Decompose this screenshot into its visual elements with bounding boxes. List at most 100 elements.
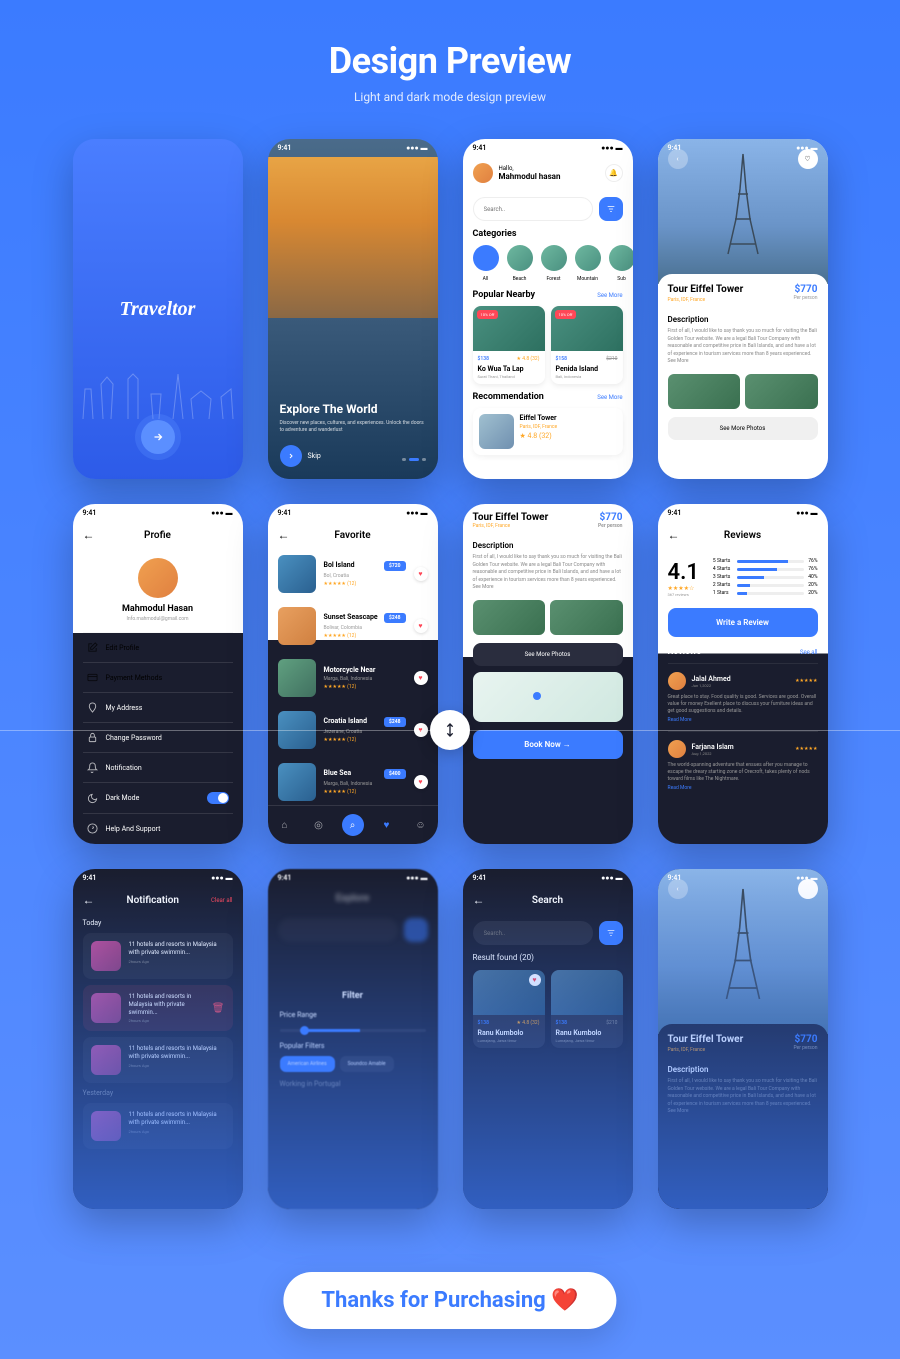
status-bar: 9:41●●● ▬ <box>463 139 633 157</box>
description-heading: Description <box>473 541 623 550</box>
heart-icon[interactable]: ♥ <box>414 671 428 685</box>
profile-email: Info.mahmodul@gmail.com <box>83 616 233 622</box>
hero-image: 9:41●●● ▬ ‹ ♡ <box>658 139 828 284</box>
brand-logo: Traveltor <box>120 298 196 321</box>
page-title: Design Preview <box>0 40 900 82</box>
category-mountain[interactable]: Mountain <box>575 245 601 282</box>
drag-handle[interactable] <box>430 710 470 750</box>
tour-location: Paris, IDF, France <box>668 297 744 303</box>
favorite-item[interactable]: Blue Sea$400Marga, Bali, Indonesia★★★★★ … <box>278 756 428 805</box>
menu-help[interactable]: Help And Support <box>83 813 233 843</box>
recommendation-title: Recommendation <box>473 392 544 402</box>
recommendation-item[interactable]: Eiffel TowerParis, IDF, France★ 4.8 (32) <box>473 408 623 455</box>
avatar[interactable] <box>473 163 493 183</box>
screen-splash: Traveltor <box>73 139 243 479</box>
tour-location: Paris, IDF, France <box>473 523 549 529</box>
screen-detail: 9:41●●● ▬ ‹ ♡ Tour Eiffel Tower Paris, ID… <box>658 139 828 479</box>
next-button[interactable] <box>141 420 175 454</box>
skip-control[interactable]: Skip <box>280 445 321 467</box>
back-button[interactable]: ‹ <box>668 149 688 169</box>
bell-icon[interactable]: 🔔 <box>605 164 623 182</box>
screen-detail-scrolled: Tour Eiffel TowerParis, IDF, France$770P… <box>463 504 633 844</box>
favorite-item[interactable]: Motorcycle NearMarga, Bali, Indonesia★★★… <box>278 652 428 704</box>
read-more-link[interactable]: Read More <box>668 717 692 723</box>
menu-darkmode[interactable]: Dark Mode <box>83 782 233 813</box>
see-all-link[interactable]: See all <box>800 649 818 656</box>
search-input[interactable] <box>473 197 593 221</box>
filter-button[interactable] <box>599 197 623 221</box>
preview-grid: Traveltor 9:41●●● ▬ Explore The World Di… <box>0 139 900 1209</box>
thanks-pill: Thanks for Purchasing ❤️ <box>283 1272 616 1329</box>
tour-title: Tour Eiffel Tower <box>668 284 744 295</box>
favorite-button[interactable]: ♡ <box>798 149 818 169</box>
screen-onboarding: 9:41●●● ▬ Explore The World Discover new… <box>268 139 438 479</box>
heart-icon[interactable]: ♥ <box>414 567 428 581</box>
avatar[interactable] <box>138 558 178 598</box>
skyline-decoration <box>73 369 243 419</box>
menu-password[interactable]: Change Password <box>83 722 233 752</box>
screen-home: 9:41●●● ▬ Hallo,Mahmodul hasan 🔔 Categor… <box>463 139 633 479</box>
see-more-photos-button[interactable]: See More Photos <box>668 417 818 440</box>
status-bar: 9:41●●● ▬ <box>73 504 243 522</box>
screen-title: Favorite <box>334 530 370 541</box>
screen-profile: 9:41●●● ▬ ← Profie Mahmodul Hasan Info.mah… <box>73 504 243 844</box>
back-button[interactable]: ← <box>83 528 95 542</box>
back-button[interactable]: ← <box>278 528 290 542</box>
nav-home-icon[interactable]: ⌂ <box>274 814 296 836</box>
map-preview[interactable] <box>473 672 623 722</box>
page-subtitle: Light and dark mode design preview <box>0 90 900 104</box>
onboard-subtitle: Discover new places, cultures, and exper… <box>280 420 426 434</box>
category-all[interactable]: All <box>473 245 499 282</box>
see-more-link[interactable]: See More <box>597 394 622 401</box>
destination-card[interactable]: 10% Off$138★ 4.8 (32)Ko Wua Ta LapSurat … <box>473 306 545 384</box>
menu-payment[interactable]: Payment Methods <box>83 662 233 692</box>
read-more-link[interactable]: Read More <box>668 785 692 791</box>
status-bar: 9:41●●● ▬ <box>268 504 438 522</box>
review-item: Jalal AhmedJun 1,2022★★★★★Great place to… <box>668 663 818 731</box>
menu-address[interactable]: My Address <box>83 692 233 722</box>
user-header: Hallo,Mahmodul hasan 🔔 <box>473 157 623 189</box>
favorite-item[interactable]: Sunset Seascape$248Bolivar, Colombia★★★★… <box>278 600 428 652</box>
description-text: First of all, I would like to say thank … <box>668 328 818 366</box>
status-bar: 9:41●●● ▬ <box>658 504 828 522</box>
screen-notification: 9:41●●● ▬ ←NotificationClear all Today 1… <box>73 869 243 1209</box>
category-list: All Beach Forest Mountain Sub <box>473 245 623 282</box>
screen-title: Profie <box>144 530 171 541</box>
rating-bars: 5 Starts76% 4 Starts76% 3 Starts40% 2 St… <box>713 558 818 598</box>
nav-compass-icon[interactable]: ◎ <box>308 814 330 836</box>
review-item: Farjana IslamAug 1,2022★★★★★The world-sp… <box>668 731 818 799</box>
menu-edit-profile[interactable]: Edit Profile <box>83 632 233 662</box>
nav-heart-icon[interactable]: ♥ <box>376 814 398 836</box>
next-icon[interactable] <box>280 445 302 467</box>
pagination-dots <box>402 458 426 461</box>
description-heading: Description <box>668 315 818 324</box>
category-beach[interactable]: Beach <box>507 245 533 282</box>
tour-title: Tour Eiffel Tower <box>473 512 549 523</box>
back-button[interactable]: ← <box>668 528 680 542</box>
photo-gallery <box>473 600 623 635</box>
bottom-nav: ⌂ ◎ ⌕ ♥ ☺ <box>268 805 438 844</box>
darkmode-toggle[interactable] <box>207 792 229 804</box>
category-forest[interactable]: Forest <box>541 245 567 282</box>
see-more-photos-button[interactable]: See More Photos <box>473 643 623 666</box>
heart-icon[interactable]: ♥ <box>414 619 428 633</box>
nav-search-icon[interactable]: ⌕ <box>342 814 364 836</box>
status-bar: 9:41●●● ▬ <box>268 139 438 157</box>
category-sub[interactable]: Sub <box>609 245 633 282</box>
rating-score: 4.1 <box>668 560 699 585</box>
favorite-item[interactable]: Bol Island$720Bol, Croatia★★★★★ (12)♥ <box>278 548 428 600</box>
screen-search: 9:41●●● ▬ ←Search Result found (20) ♥$13… <box>463 869 633 1209</box>
destination-card[interactable]: 10% Off$158$210Penida IslandBali, Indone… <box>551 306 623 384</box>
menu-notification[interactable]: Notification <box>83 752 233 782</box>
heart-icon[interactable]: ♥ <box>414 775 428 789</box>
screen-reviews: 9:41●●● ▬ ←Reviews 4.1★★★★☆367 reviews 5… <box>658 504 828 844</box>
profile-name: Mahmodul Hasan <box>83 604 233 614</box>
logout-button[interactable]: Log Out <box>83 843 233 844</box>
screen-detail-dark: 9:41●●● ▬ ‹ ♡ Tour Eiffel TowerParis, ID… <box>658 869 828 1209</box>
book-now-button[interactable]: Book Now → <box>473 730 623 759</box>
write-review-button[interactable]: Write a Review <box>668 608 818 637</box>
screen-title: Reviews <box>724 530 761 541</box>
see-more-link[interactable]: See More <box>597 292 622 299</box>
nav-profile-icon[interactable]: ☺ <box>410 814 432 836</box>
description-text: First of all, I would like to say thank … <box>473 554 623 592</box>
